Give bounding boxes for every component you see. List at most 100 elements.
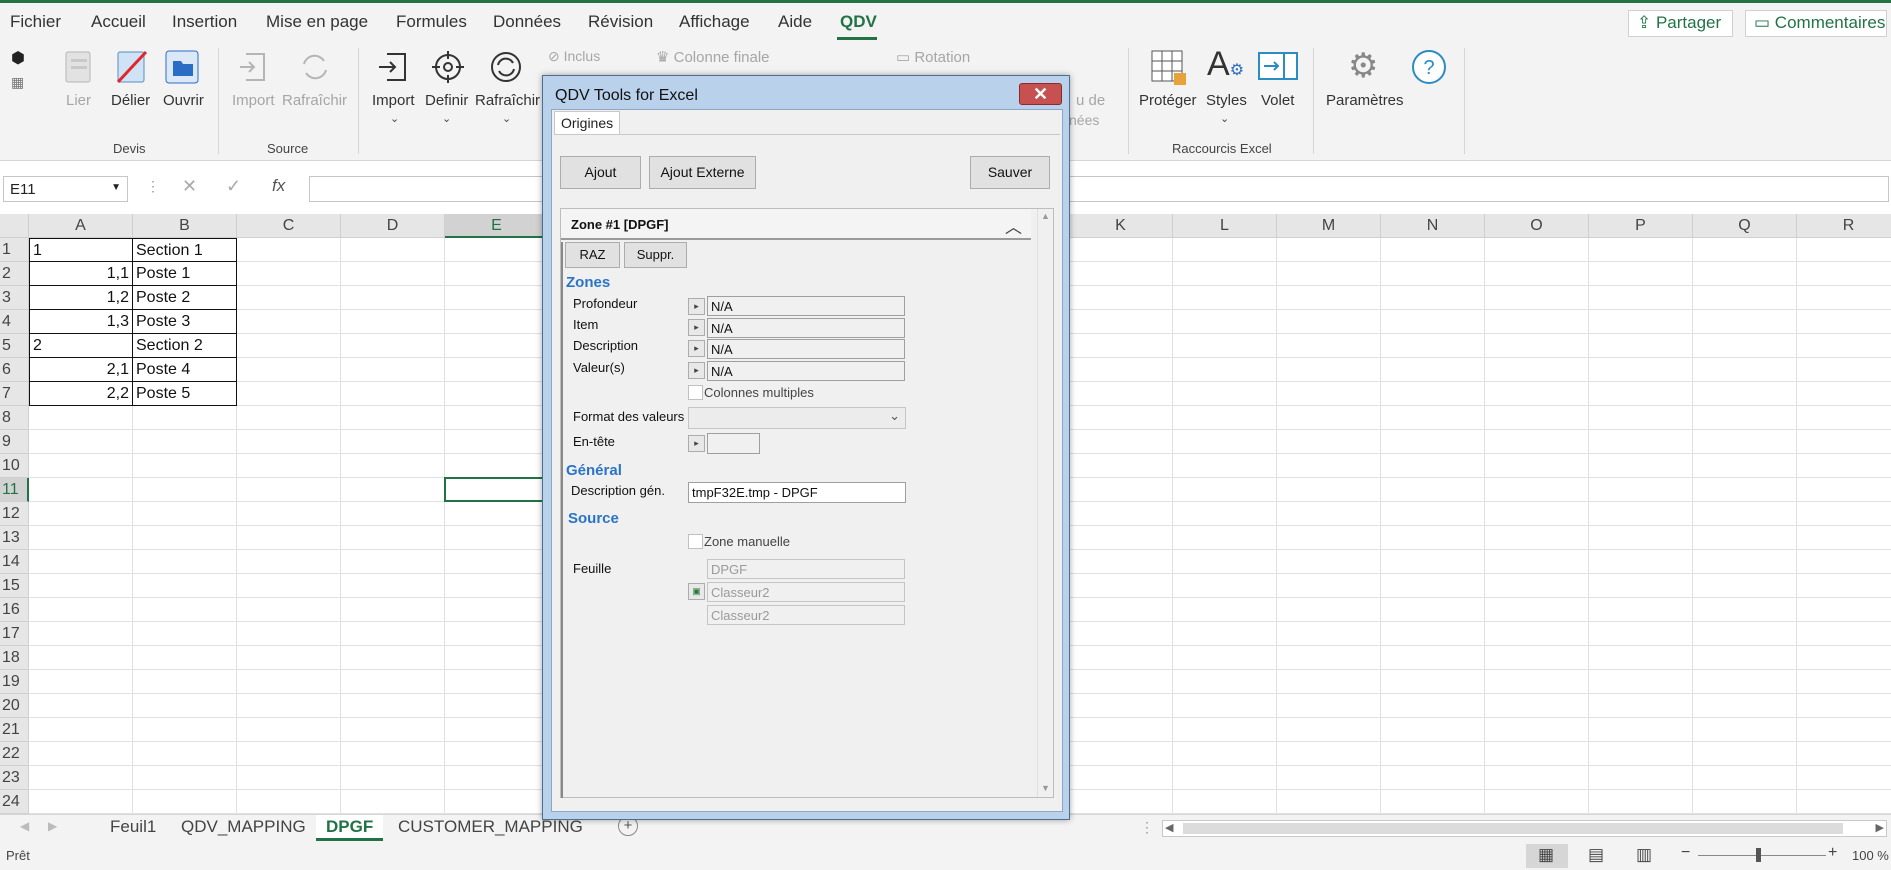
cell-b[interactable]: Poste 1 xyxy=(133,262,237,286)
chevron-down-icon[interactable]: ⌄ xyxy=(442,112,451,125)
column-header[interactable]: N xyxy=(1381,214,1485,238)
cell-b[interactable]: Poste 3 xyxy=(133,310,237,334)
column-header[interactable]: L xyxy=(1173,214,1277,238)
row-header[interactable]: 18 xyxy=(0,646,29,670)
row-header[interactable]: 14 xyxy=(0,550,29,574)
menu-accueil[interactable]: Accueil xyxy=(91,12,146,32)
row-header[interactable]: 7 xyxy=(0,382,29,406)
row-header[interactable]: 24 xyxy=(0,790,29,814)
comments-button[interactable]: ▭ Commentaires xyxy=(1745,10,1887,37)
chevron-down-icon[interactable]: ⌄ xyxy=(390,112,399,125)
column-header[interactable]: C xyxy=(237,214,341,238)
select-range-button[interactable]: ▸ xyxy=(688,435,705,452)
description-field[interactable]: N/A xyxy=(707,339,905,359)
rafraichir-button[interactable]: Rafraîchir xyxy=(475,92,540,109)
function-icon[interactable]: fx xyxy=(272,176,285,196)
cell-a[interactable]: 1,2 xyxy=(29,286,133,310)
next-sheet-icon[interactable]: ▶ xyxy=(48,819,57,833)
workbook-picker-button[interactable]: ▣ xyxy=(688,583,705,600)
column-header[interactable]: A xyxy=(29,214,133,238)
proteger-button[interactable]: Protéger xyxy=(1139,92,1197,109)
select-range-button[interactable]: ▸ xyxy=(688,298,705,315)
zoom-out-icon[interactable]: − xyxy=(1681,844,1690,862)
scroll-down-icon[interactable]: ▼ xyxy=(1041,783,1050,793)
sauver-button[interactable]: Sauver xyxy=(970,156,1050,189)
menu-aide[interactable]: Aide xyxy=(778,12,812,32)
select-all-corner[interactable] xyxy=(0,214,29,238)
format-valeurs-select[interactable]: ⌄ xyxy=(688,407,906,429)
lier-button[interactable]: Lier xyxy=(66,92,91,109)
collapse-chevron-icon[interactable]: ︿ xyxy=(1005,213,1022,238)
horizontal-scrollbar[interactable]: ◀ ▶ xyxy=(1162,820,1887,837)
menu-formules[interactable]: Formules xyxy=(396,12,467,32)
chevron-down-icon[interactable]: ▼ xyxy=(111,182,121,193)
column-header[interactable]: B xyxy=(133,214,237,238)
profondeur-field[interactable]: N/A xyxy=(707,296,905,316)
row-header[interactable]: 4 xyxy=(0,310,29,334)
active-cell-selection[interactable] xyxy=(444,477,550,502)
volet-button[interactable]: Volet xyxy=(1261,92,1294,109)
cell-b[interactable]: Section 2 xyxy=(133,334,237,358)
definir-button[interactable]: Definir xyxy=(425,92,468,109)
vertical-scrollbar[interactable]: ▲ ▼ xyxy=(1037,209,1053,797)
cell-a[interactable]: 1 xyxy=(29,238,133,262)
en-tete-field[interactable] xyxy=(707,433,760,454)
column-header[interactable]: K xyxy=(1069,214,1173,238)
cube-icon[interactable]: ⬢ xyxy=(11,48,25,68)
ajout-button[interactable]: Ajout xyxy=(560,156,641,189)
row-header[interactable]: 1 xyxy=(0,238,29,262)
cancel-icon[interactable]: ✕ xyxy=(182,176,197,197)
row-header[interactable]: 22 xyxy=(0,742,29,766)
parametres-button[interactable]: Paramètres xyxy=(1326,92,1404,109)
row-header[interactable]: 8 xyxy=(0,406,29,430)
row-header[interactable]: 3 xyxy=(0,286,29,310)
row-header[interactable]: 23 xyxy=(0,766,29,790)
description-gen-field[interactable]: tmpF32E.tmp - DPGF xyxy=(688,482,906,503)
sheet-tab-qdv-mapping[interactable]: QDV_MAPPING xyxy=(171,815,316,841)
column-header[interactable]: M xyxy=(1277,214,1381,238)
row-header[interactable]: 2 xyxy=(0,262,29,286)
column-header[interactable]: Q xyxy=(1693,214,1797,238)
prev-sheet-icon[interactable]: ◀ xyxy=(20,819,29,833)
cell-b[interactable]: Poste 2 xyxy=(133,286,237,310)
cell-a[interactable]: 2 xyxy=(29,334,133,358)
row-header[interactable]: 19 xyxy=(0,670,29,694)
menu-insertion[interactable]: Insertion xyxy=(172,12,237,32)
scrollbar-thumb[interactable] xyxy=(1183,823,1843,834)
delier-button[interactable]: Délier xyxy=(111,92,150,109)
scroll-right-icon[interactable]: ▶ xyxy=(1876,821,1884,834)
close-button[interactable]: ✕ xyxy=(1019,83,1062,105)
row-header[interactable]: 5 xyxy=(0,334,29,358)
sheet-tab-feuil1[interactable]: Feuil1 xyxy=(100,815,166,841)
normal-view-button[interactable]: ▦ xyxy=(1526,844,1568,868)
page-layout-icon[interactable]: ▤ xyxy=(1588,845,1604,865)
cell-b[interactable]: Section 1 xyxy=(133,238,237,262)
scroll-left-icon[interactable]: ◀ xyxy=(1165,821,1173,834)
sheet-tab-dpgf[interactable]: DPGF xyxy=(316,815,384,841)
valeurs-field[interactable]: N/A xyxy=(707,361,905,381)
menu-revision[interactable]: Révision xyxy=(588,12,653,32)
chevron-down-icon[interactable]: ⌄ xyxy=(502,112,511,125)
name-box[interactable]: E11 ▼ xyxy=(3,176,128,202)
chevron-down-icon[interactable]: ⌄ xyxy=(1220,112,1229,125)
ajout-externe-button[interactable]: Ajout Externe xyxy=(649,156,756,189)
zone-manuelle-checkbox[interactable] xyxy=(688,534,703,549)
select-range-button[interactable]: ▸ xyxy=(688,340,705,357)
share-button[interactable]: ⇪ Partager xyxy=(1628,10,1733,37)
row-header[interactable]: 6 xyxy=(0,358,29,382)
column-header[interactable]: O xyxy=(1485,214,1589,238)
row-header[interactable]: 16 xyxy=(0,598,29,622)
row-header[interactable]: 9 xyxy=(0,430,29,454)
raz-button[interactable]: RAZ xyxy=(565,242,620,268)
menu-fichier[interactable]: Fichier xyxy=(10,12,61,32)
cell-b[interactable]: Poste 4 xyxy=(133,358,237,382)
column-header[interactable]: E xyxy=(445,214,549,238)
menu-affichage[interactable]: Affichage xyxy=(679,12,750,32)
item-field[interactable]: N/A xyxy=(707,318,905,338)
select-range-button[interactable]: ▸ xyxy=(688,319,705,336)
column-header[interactable]: D xyxy=(341,214,445,238)
row-header[interactable]: 10 xyxy=(0,454,29,478)
scroll-up-icon[interactable]: ▲ xyxy=(1041,211,1050,221)
row-header[interactable]: 12 xyxy=(0,502,29,526)
suppr-button[interactable]: Suppr. xyxy=(624,242,687,268)
